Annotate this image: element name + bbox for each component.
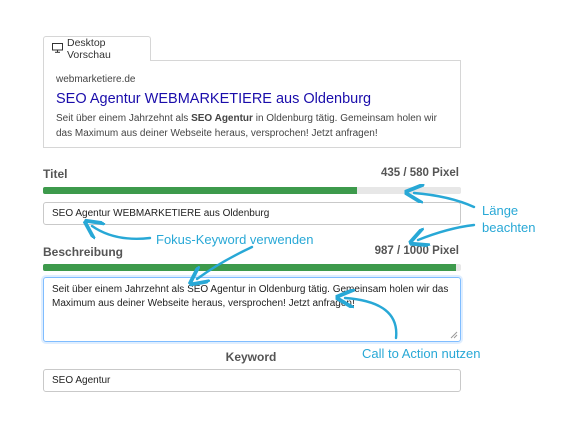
arrow-to-desc-count [418, 223, 476, 240]
arrow-to-keyword [197, 245, 254, 279]
arrow-to-title-input [92, 226, 152, 240]
arrow-to-cta-text [345, 298, 398, 340]
arrow-to-title-count [414, 193, 476, 209]
annotation-arrows [0, 0, 476, 340]
monitor-icon [52, 42, 63, 56]
tab-label: Desktop Vorschau [67, 37, 111, 61]
tab-desktop-preview[interactable]: Desktop Vorschau [43, 36, 151, 61]
